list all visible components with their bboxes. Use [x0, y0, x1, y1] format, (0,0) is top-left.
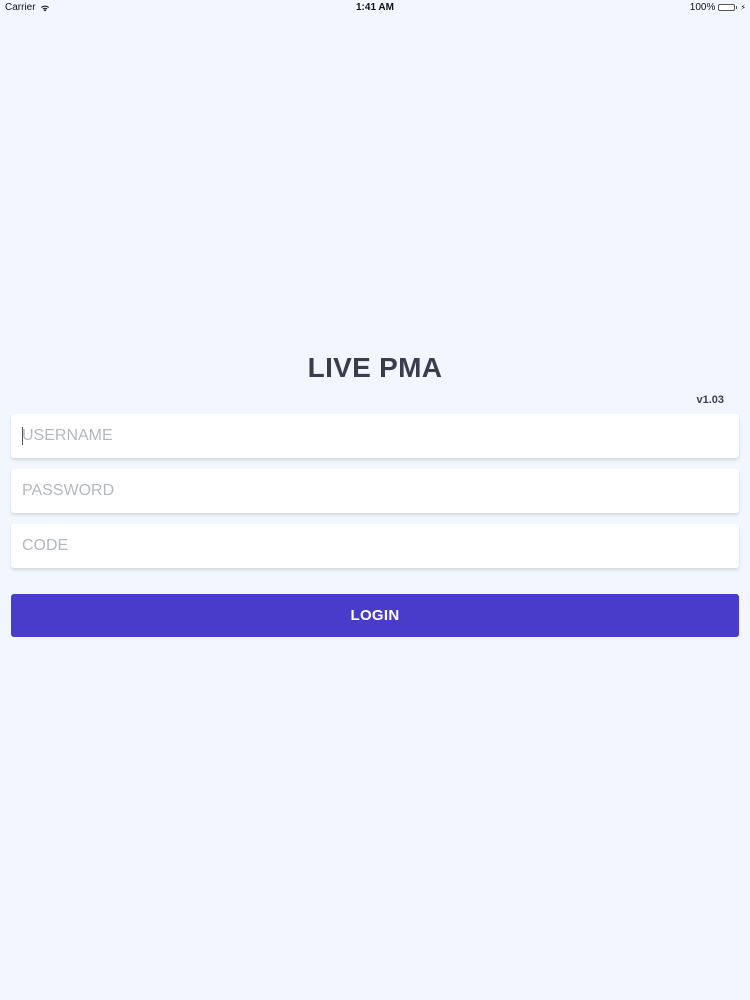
login-button[interactable]: LOGIN — [11, 594, 739, 637]
charging-icon: ⚡ — [740, 3, 746, 12]
code-field-container — [11, 524, 739, 568]
battery-percent: 100% — [689, 2, 716, 13]
code-input[interactable] — [11, 524, 739, 568]
status-right: 100% ⚡ — [690, 2, 746, 13]
password-field-container — [11, 469, 739, 513]
username-input[interactable] — [11, 414, 739, 458]
login-screen: Carrier 1:41 AM 100% ⚡ LIVE PMA v1.03 US… — [0, 0, 750, 1000]
app-title: LIVE PMA — [307, 352, 443, 383]
version-label: v1.03 — [696, 394, 724, 406]
text-cursor — [22, 427, 23, 445]
username-field-container — [11, 414, 739, 458]
battery-icon — [718, 4, 738, 11]
status-time: 1:41 AM — [356, 2, 394, 13]
password-input[interactable] — [11, 469, 739, 513]
status-bar: Carrier 1:41 AM 100% ⚡ — [0, 0, 750, 16]
